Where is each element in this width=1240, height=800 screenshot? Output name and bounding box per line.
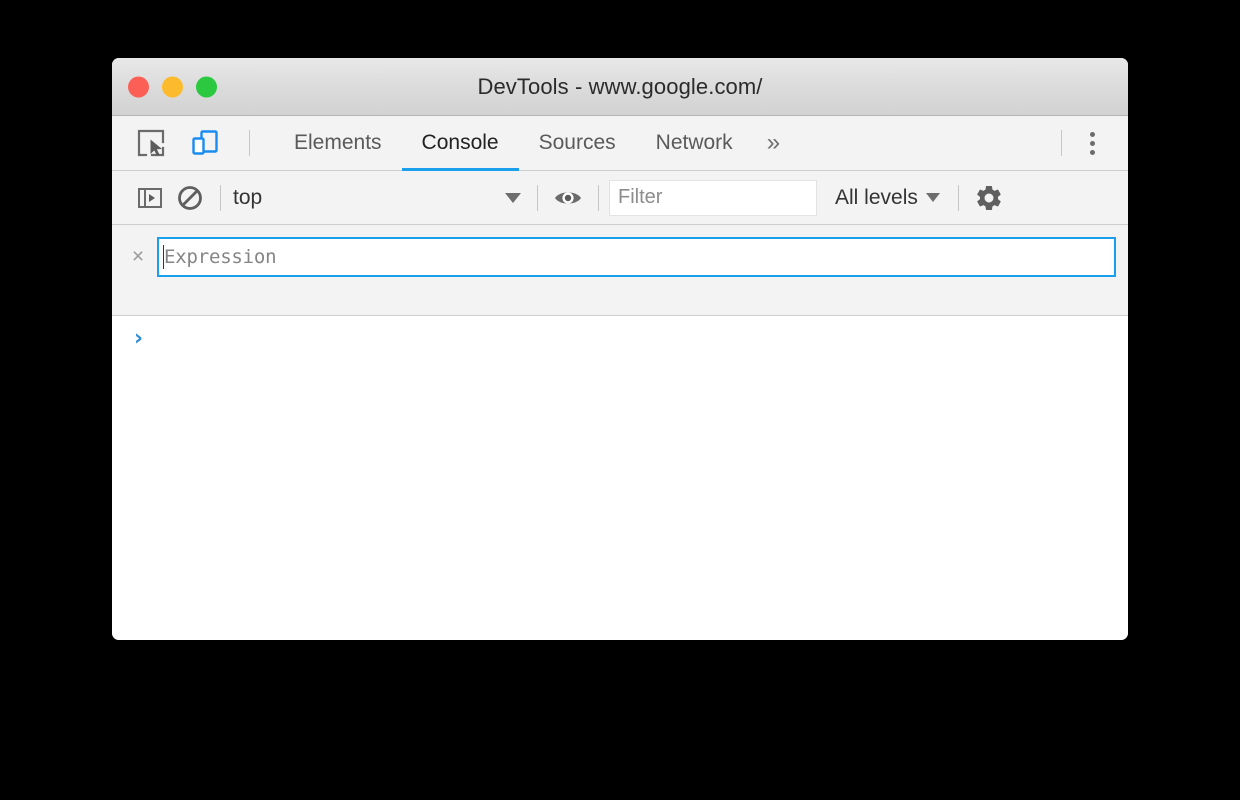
create-live-expression-button[interactable] [548,178,588,218]
console-filter-input[interactable] [609,179,817,216]
execution-context-selector[interactable]: top [231,181,527,215]
toolbar-divider-right [1061,130,1062,156]
traffic-light-group [128,76,217,97]
tab-network[interactable]: Network [636,116,753,170]
chevron-down-icon-levels [925,193,940,202]
live-expression-placeholder: Expression [164,246,277,268]
chevron-down-icon [505,192,521,203]
tab-console-label: Console [421,131,499,154]
filterbar-divider-2 [537,184,538,211]
close-icon: × [131,245,145,268]
inspect-element-button[interactable] [131,123,171,163]
tab-sources-label: Sources [538,131,616,154]
more-tabs-button[interactable]: » [753,116,794,170]
console-output-area[interactable]: › [112,316,1128,640]
more-options-button[interactable] [1072,123,1112,163]
tab-network-label: Network [655,131,733,154]
tab-elements-label: Elements [294,131,382,154]
execution-context-value: top [233,185,263,209]
title-bar: DevTools - www.google.com/ [112,58,1128,116]
log-level-selector[interactable]: All levels [835,186,940,210]
window-title: DevTools - www.google.com/ [477,73,763,99]
log-level-label: All levels [835,185,918,209]
clear-console-button[interactable] [170,178,210,218]
console-prompt-chevron-icon: › [134,326,144,351]
double-chevron-right-icon: » [766,129,781,156]
panel-tabs: Elements Console Sources Network » [274,116,794,171]
toggle-device-toolbar-button[interactable] [185,123,225,163]
tab-bar-left-tools [112,116,260,170]
console-prompt-row[interactable]: › [112,328,1128,358]
inspect-element-icon [136,128,166,158]
close-window-button[interactable] [128,76,149,97]
gear-icon [974,183,1004,213]
tab-bar-right-tools [1051,116,1128,170]
devtools-tab-bar: Elements Console Sources Network » [112,116,1128,171]
toolbar-divider [249,130,250,156]
remove-live-expression-button[interactable]: × [124,243,152,271]
live-expression-input[interactable]: Expression [157,237,1116,277]
devtools-window: DevTools - www.google.com/ Elements Cons… [112,58,1128,640]
vertical-dots-icon [1089,131,1095,155]
tab-sources[interactable]: Sources [519,116,636,170]
live-expression-panel: × Expression [112,225,1128,316]
device-toolbar-icon [190,128,220,158]
console-sidebar-toggle-button[interactable] [130,178,170,218]
maximize-window-button[interactable] [196,76,217,97]
filterbar-divider-4 [957,184,959,211]
tab-console[interactable]: Console [401,116,519,171]
eye-icon [553,183,583,213]
console-sidebar-toggle-icon [137,185,163,211]
filterbar-divider-3 [598,184,599,211]
filterbar-divider-1 [220,184,221,211]
console-filter-toolbar: top All levels [112,171,1128,225]
tab-elements[interactable]: Elements [274,116,402,170]
live-expression-row: × Expression [124,237,1116,277]
minimize-window-button[interactable] [162,76,183,97]
console-settings-button[interactable] [969,178,1009,218]
clear-console-icon [176,184,204,212]
